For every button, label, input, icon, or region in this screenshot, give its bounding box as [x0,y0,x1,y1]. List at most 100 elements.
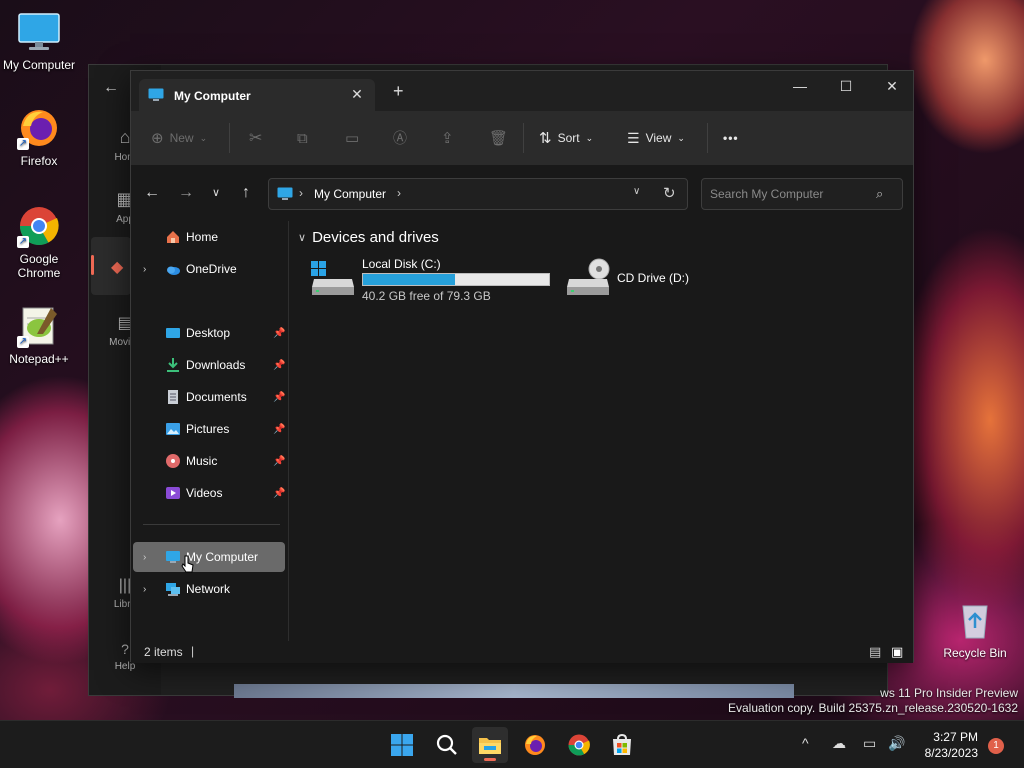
cloud-icon [167,266,180,275]
delete-button[interactable]: 🗑 [489,126,508,150]
firefox-icon [525,735,545,755]
chevron-right-icon[interactable]: › [143,552,146,563]
pin-icon[interactable]: 📌 [273,424,285,435]
start-button[interactable] [384,727,420,763]
tab-title: My Computer [174,89,251,103]
new-tab-button[interactable]: + [393,82,404,100]
volume-icon[interactable]: 🔊 [888,735,905,752]
sort-button[interactable]: ⇅ Sort ⌄ [539,126,593,150]
sidebar-item-music[interactable]: Music 📌 [133,446,285,476]
maximize-button[interactable]: ☐ [823,71,869,103]
desktop-icon-google-chrome[interactable]: ↗ Google Chrome [1,204,77,280]
chrome-icon [568,734,590,756]
rail-item-gaming[interactable]: ◆ [91,237,131,295]
address-bar[interactable]: › My Computer › ∨ ↻ [268,178,688,210]
taskbar-chrome[interactable] [561,727,597,763]
tab-close-icon[interactable]: ✕ [349,86,365,103]
forward-arrow-icon: → [178,184,194,201]
rename-icon: Ⓐ [393,130,407,146]
back-arrow-icon[interactable]: ← [103,79,119,97]
monitor-icon [277,187,293,200]
scissors-icon: ✂ [249,130,263,147]
music-icon [166,454,180,468]
search-box[interactable]: ⌕ [701,178,903,210]
address-dropdown-icon[interactable]: ∨ [633,186,640,197]
more-options-button[interactable]: ••• [723,126,739,150]
sidebar-item-documents[interactable]: Documents 📌 [133,382,285,412]
drive-name: CD Drive (D:) [617,271,689,285]
store-icon [613,733,631,755]
chevron-right-icon[interactable]: › [143,584,146,595]
close-button[interactable]: ✕ [869,71,915,103]
sidebar-item-network[interactable]: › Network [133,574,285,604]
sort-icon: ⇅ [539,130,552,147]
toolbar-divider [229,123,230,153]
paste-button[interactable]: ▭ [345,126,359,150]
desktop-folder-icon [166,328,180,338]
chevron-right-icon[interactable]: › [143,264,146,275]
drive-item-local-disk[interactable]: Local Disk (C:) 40.2 GB free of 79.3 GB [310,257,550,303]
download-icon [167,358,179,372]
sidebar-item-my-computer[interactable]: › My Computer [133,542,285,573]
pin-icon[interactable]: 📌 [273,392,285,403]
status-separator: | [191,644,195,658]
pictures-icon [166,423,180,435]
search-button[interactable] [429,727,465,763]
taskbar-firefox[interactable] [517,727,553,763]
new-button[interactable]: ⊕ New ⌄ [151,126,207,150]
back-button[interactable]: ← [142,184,162,202]
gamepad-icon: ◆ [111,259,124,276]
sidebar-item-videos[interactable]: Videos 📌 [133,478,285,508]
forward-button[interactable]: → [176,184,196,202]
monitor-icon [166,551,180,563]
copy-button[interactable]: ⧉ [297,126,308,150]
sidebar-item-desktop[interactable]: Desktop 📌 [133,318,285,348]
breadcrumb-my-computer[interactable]: My Computer [314,187,386,201]
taskbar-file-explorer[interactable] [472,727,508,763]
desktop-icon-label: Firefox [20,154,58,168]
search-icon[interactable]: ⌕ [876,186,883,202]
onedrive-offline-icon[interactable]: ☁ [832,735,846,752]
notification-badge[interactable]: 1 [988,738,1004,754]
details-view-icon[interactable]: ▤ [869,644,881,660]
rail-selection-indicator [91,255,94,275]
desktop-icon-label: Google Chrome [17,252,61,280]
taskbar-microsoft-store[interactable] [604,727,640,763]
system-clock[interactable]: 3:27 PM 8/23/2023 [912,729,978,761]
desktop-icon-my-computer[interactable]: My Computer [1,10,77,72]
network-status-icon[interactable]: ▭ [863,735,876,752]
share-button[interactable]: ⇪ [441,126,454,150]
desktop-icon-firefox[interactable]: ↗ Firefox [1,106,77,168]
rename-button[interactable]: Ⓐ [393,126,407,150]
search-input[interactable] [710,185,870,203]
sidebar-item-home[interactable]: Home [133,222,285,252]
tab-my-computer[interactable]: My Computer ✕ [139,79,375,111]
cut-button[interactable]: ✂ [249,126,262,150]
group-header-devices-and-drives[interactable]: ∨ Devices and drives [298,229,439,246]
breadcrumb-separator[interactable]: › [397,186,401,200]
up-button[interactable]: ↑ [236,184,256,202]
monitor-icon [148,88,164,101]
pin-icon[interactable]: 📌 [273,456,285,467]
minimize-button[interactable]: — [777,71,823,103]
tiles-view-icon[interactable]: ▣ [891,644,903,660]
sidebar-item-onedrive[interactable]: › OneDrive [133,254,285,284]
pin-icon[interactable]: 📌 [273,328,285,339]
sidebar-item-pictures[interactable]: Pictures 📌 [133,414,285,444]
desktop-icon-recycle-bin[interactable]: Recycle Bin [937,598,1013,660]
desktop-icon-notepad-plus-plus[interactable]: ↗ Notepad++ [1,304,77,366]
active-app-indicator [484,758,496,761]
document-icon [168,390,178,404]
pin-icon[interactable]: 📌 [273,488,285,499]
show-hidden-icons-chevron-up-icon[interactable]: ^ [802,735,809,751]
sidebar-item-downloads[interactable]: Downloads 📌 [133,350,285,380]
item-count: 2 items [144,645,183,659]
title-bar: My Computer ✕ + — ☐ ✕ [131,71,913,111]
recent-locations-button[interactable]: ∨ [206,184,226,202]
home-icon [167,231,179,243]
drive-item-cd-drive[interactable]: CD Drive (D:) [565,257,725,303]
background-image-strip [234,684,794,698]
pin-icon[interactable]: 📌 [273,360,285,371]
refresh-icon[interactable]: ↻ [663,184,676,202]
view-button[interactable]: ☰ View ⌄ [627,126,685,150]
